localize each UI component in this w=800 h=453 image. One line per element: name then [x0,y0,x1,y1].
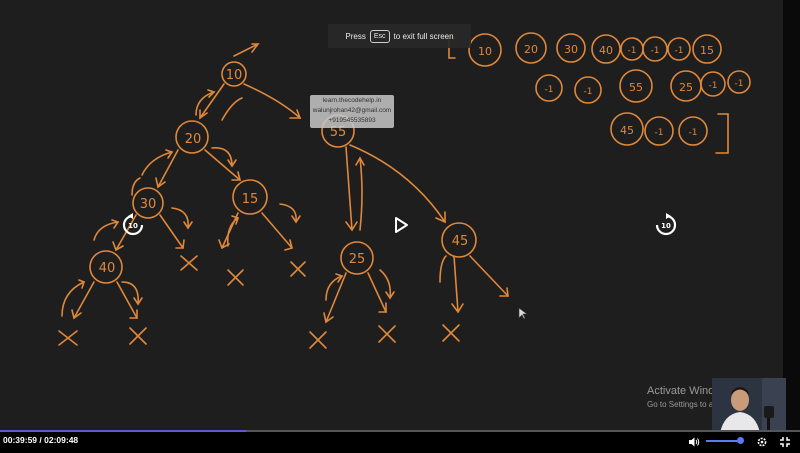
forward-10-icon: 10 [655,213,677,236]
play-button[interactable] [392,216,410,234]
array-label-13: -1 [735,79,744,89]
esc-key-badge: Esc [369,29,390,43]
array-label-8: -1 [545,85,554,95]
node-label-25: 25 [349,252,366,267]
node-label-40: 40 [99,261,116,276]
mouse-cursor-icon [518,307,528,320]
array-label-10: 55 [629,81,643,94]
watermark-line-phone: +919545535893 [328,117,376,124]
tree-edges [71,43,509,324]
node-label-45: 45 [452,234,469,249]
volume-fill [706,440,741,442]
array-label-15: -1 [655,128,664,138]
watermark-line-site: learn.thecodehelp.in [322,97,382,104]
array-label-5: -1 [651,46,660,56]
node-label-15: 15 [242,192,259,207]
fullscreen-notice-before: Press [345,31,366,41]
replay-10-label: 10 [128,222,138,230]
play-icon [395,217,408,233]
array-label-1: 20 [524,43,538,56]
array-label-16: -1 [689,128,698,138]
volume-button[interactable] [688,435,700,447]
fullscreen-notice-after: to exit full screen [393,31,454,41]
node-labels: 10 20 30 40 15 55 25 45 [99,68,469,276]
replay-10-button[interactable]: 10 [121,213,145,237]
array-label-12: -1 [709,81,718,91]
forward-10-button[interactable]: 10 [654,213,678,237]
time-display: 00:39:59 / 02:09:48 [3,435,78,445]
fullscreen-notice: Press Esc to exit full screen [328,24,471,48]
webcam-video [712,378,786,433]
forward-10-label: 10 [661,222,671,230]
node-label-20: 20 [185,132,202,147]
array-label-4: -1 [628,46,637,56]
total-time: / 02:09:48 [39,435,79,445]
array-label-6: -1 [675,46,684,56]
volume-knob[interactable] [737,437,745,444]
current-time: 00:39:59 [3,435,38,445]
volume-slider[interactable] [706,437,745,444]
node-label-10: 10 [226,68,243,83]
null-x-marks [58,255,460,349]
email-watermark: learn.thecodehelp.in walunjrohan42@gmail… [310,95,394,128]
array-label-3: 40 [599,44,613,57]
settings-button[interactable] [756,435,768,447]
node-label-30: 30 [140,197,157,212]
settings-gear-icon [757,437,767,447]
array-label-0: 10 [478,45,492,58]
player-control-bar: 00:39:59 / 02:09:48 [0,432,800,450]
array-label-2: 30 [564,43,578,56]
exit-fullscreen-button[interactable] [779,435,791,447]
volume-icon [689,437,700,447]
watermark-line-email: walunjrohan42@gmail.com [312,107,392,114]
array-label-14: 45 [620,124,634,137]
exit-fullscreen-icon [780,437,790,447]
array-label-7: 15 [700,44,714,57]
presenter-image [712,378,786,433]
array-label-9: -1 [584,87,593,97]
replay-10-icon: 10 [122,213,144,236]
array-label-11: 25 [679,81,693,94]
tree-node-circles [89,61,477,284]
